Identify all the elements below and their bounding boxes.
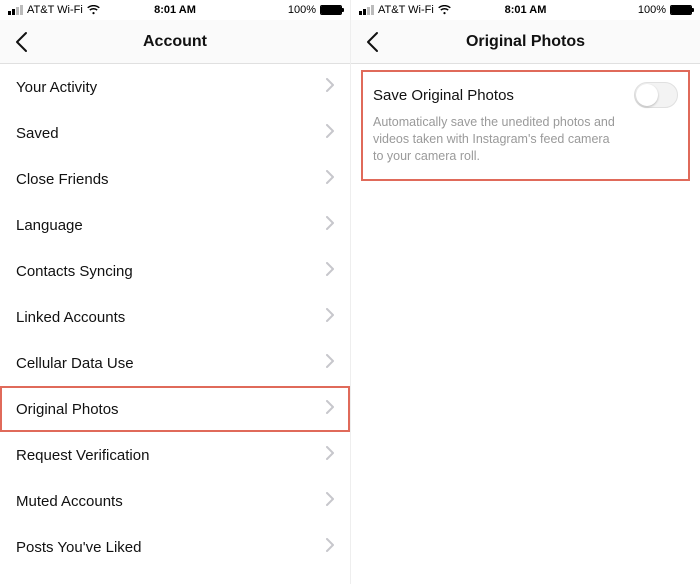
chevron-right-icon [326,354,334,372]
row-label: Close Friends [16,171,109,188]
clock: 8:01 AM [0,4,350,16]
row-label: Saved [16,125,59,142]
nav-header: Original Photos [351,20,700,64]
chevron-right-icon [326,170,334,188]
settings-list: Your Activity Saved Close Friends Language C… [0,64,350,570]
row-label: Contacts Syncing [16,263,133,280]
save-original-photos-setting: Save Original Photos Automatically save … [361,70,690,181]
settings-row-your-activity[interactable]: Your Activity [0,64,350,110]
row-label: Your Activity [16,79,97,96]
chevron-right-icon [326,446,334,464]
row-label: Posts You've Liked [16,539,141,556]
settings-row-request-verification[interactable]: Request Verification [0,432,350,478]
chevron-right-icon [326,492,334,510]
phone-right: AT&T Wi-Fi 8:01 AM 100% Original Photos … [350,0,700,584]
battery-icon [670,5,692,15]
row-label: Language [16,217,83,234]
chevron-right-icon [326,124,334,142]
nav-header: Account [0,20,350,64]
page-title: Account [143,33,207,51]
status-bar: AT&T Wi-Fi 8:01 AM 100% [0,0,350,20]
setting-description: Automatically save the unedited photos a… [373,114,623,165]
chevron-left-icon [365,31,379,53]
settings-row-cellular-data-use[interactable]: Cellular Data Use [0,340,350,386]
settings-row-close-friends[interactable]: Close Friends [0,156,350,202]
back-button[interactable] [359,20,385,63]
chevron-right-icon [326,216,334,234]
settings-row-saved[interactable]: Saved [0,110,350,156]
settings-row-original-photos[interactable]: Original Photos [0,386,350,432]
setting-title: Save Original Photos [373,87,514,104]
row-label: Request Verification [16,447,149,464]
chevron-right-icon [326,538,334,556]
settings-row-posts-you-ve-liked[interactable]: Posts You've Liked [0,524,350,570]
chevron-right-icon [326,262,334,280]
chevron-right-icon [326,308,334,326]
save-original-photos-toggle[interactable] [634,82,678,108]
settings-row-contacts-syncing[interactable]: Contacts Syncing [0,248,350,294]
chevron-right-icon [326,400,334,418]
clock: 8:01 AM [351,4,700,16]
row-label: Original Photos [16,401,119,418]
battery-icon [320,5,342,15]
status-bar: AT&T Wi-Fi 8:01 AM 100% [351,0,700,20]
settings-row-language[interactable]: Language [0,202,350,248]
switch-business-link[interactable]: Switch to Business Account [0,570,350,584]
settings-row-linked-accounts[interactable]: Linked Accounts [0,294,350,340]
row-label: Linked Accounts [16,309,125,326]
row-label: Muted Accounts [16,493,123,510]
row-label: Cellular Data Use [16,355,134,372]
phone-left: AT&T Wi-Fi 8:01 AM 100% Account Your Act… [0,0,350,584]
settings-row-muted-accounts[interactable]: Muted Accounts [0,478,350,524]
chevron-right-icon [326,78,334,96]
back-button[interactable] [8,20,34,63]
chevron-left-icon [14,31,28,53]
page-title: Original Photos [466,33,585,51]
